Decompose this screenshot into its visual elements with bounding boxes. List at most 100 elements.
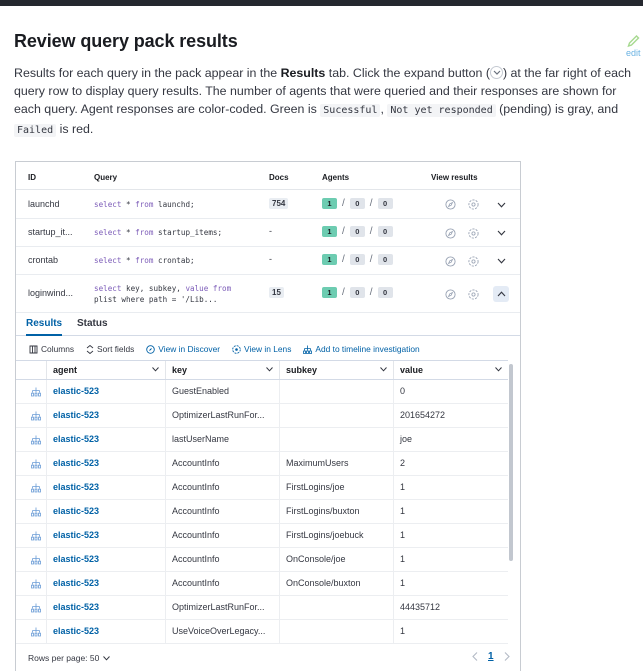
query-row[interactable]: loginwind... select key, subkey, value f…: [16, 275, 520, 313]
grid-col-agent[interactable]: agent: [46, 361, 165, 379]
table-row[interactable]: elastic-523 AccountInfo FirstLogins/joeb…: [16, 524, 508, 548]
table-row[interactable]: elastic-523 AccountInfo MaximumUsers 2: [16, 452, 508, 476]
table-row[interactable]: elastic-523 AccountInfo FirstLogins/buxt…: [16, 500, 508, 524]
cell-key: UseVoiceOverLegacy...: [165, 620, 279, 643]
grid-col-subkey[interactable]: subkey: [279, 361, 393, 379]
cell-agent[interactable]: elastic-523: [46, 524, 165, 547]
expand-row-icon[interactable]: [31, 531, 41, 541]
query-row[interactable]: crontab select * from crontab; - 1/ 0/ 0: [16, 247, 520, 275]
cell-value: 0: [393, 380, 508, 403]
chevron-down-icon: [266, 367, 273, 372]
page-number[interactable]: 1: [488, 651, 494, 662]
grid-col-value[interactable]: value: [393, 361, 508, 379]
lens-icon: [232, 344, 241, 354]
next-page-icon[interactable]: [504, 652, 510, 661]
cell-key: AccountInfo: [165, 452, 279, 475]
view-in-discover-icon[interactable]: [443, 287, 457, 301]
expand-row-icon[interactable]: [31, 555, 41, 565]
view-in-lens-icon[interactable]: [466, 198, 480, 212]
query-text: select key, subkey, value from plist wher…: [94, 284, 232, 304]
expand-row-icon[interactable]: [31, 387, 41, 397]
cell-agent[interactable]: elastic-523: [46, 620, 165, 643]
agents-pending-badge: 0: [349, 197, 365, 209]
cell-value: 1: [393, 524, 508, 547]
view-in-discover-icon[interactable]: [443, 254, 457, 268]
query-row[interactable]: launchd select * from launchd; 754 1/ 0/…: [16, 190, 520, 219]
edit-label: edit: [626, 48, 641, 58]
expand-row-icon[interactable]: [31, 603, 41, 613]
cell-agent[interactable]: elastic-523: [46, 548, 165, 571]
cell-agent[interactable]: elastic-523: [46, 380, 165, 403]
expand-row-icon[interactable]: [31, 579, 41, 589]
table-row[interactable]: elastic-523 lastUserName joe: [16, 428, 508, 452]
columns-icon: [29, 345, 38, 353]
cell-agent[interactable]: elastic-523: [46, 452, 165, 475]
expand-row-icon[interactable]: [31, 507, 41, 517]
columns-button[interactable]: Columns: [29, 344, 74, 354]
view-in-lens-button[interactable]: View in Lens: [232, 344, 291, 354]
expand-button[interactable]: [493, 225, 509, 241]
cell-subkey: OnConsole/buxton: [279, 572, 393, 595]
table-row[interactable]: elastic-523 AccountInfo OnConsole/joe 1: [16, 548, 508, 572]
grid-toolbar: Columns Sort fields View in Discover Vie…: [16, 338, 520, 360]
add-to-timeline-button[interactable]: Add to timeline investigation: [303, 344, 420, 354]
view-in-discover-button[interactable]: View in Discover: [146, 344, 220, 354]
table-row[interactable]: elastic-523 GuestEnabled 0: [16, 380, 508, 404]
expand-row-icon[interactable]: [31, 483, 41, 493]
results-word: Results: [280, 66, 326, 80]
expand-button[interactable]: [493, 253, 509, 269]
sort-icon: [86, 344, 94, 354]
agents-pending-badge: 0: [349, 226, 365, 237]
view-in-lens-icon[interactable]: [466, 254, 480, 268]
agents-successful-badge: 1: [322, 197, 337, 209]
query-row[interactable]: startup_it... select * from startup_item…: [16, 219, 520, 247]
view-in-lens-icon[interactable]: [466, 226, 480, 240]
view-in-lens-icon[interactable]: [466, 287, 480, 301]
timeline-icon: [303, 345, 313, 354]
view-in-discover-icon[interactable]: [443, 226, 457, 240]
expand-button[interactable]: [493, 197, 509, 213]
pencil-icon: [627, 35, 640, 48]
prev-page-icon[interactable]: [472, 652, 478, 661]
agents-successful-badge: 1: [322, 287, 337, 298]
table-row[interactable]: elastic-523 OptimizerLastRunFor... 20165…: [16, 404, 508, 428]
query-id: launchd: [28, 198, 60, 209]
edit-link[interactable]: edit: [626, 34, 643, 64]
cell-agent[interactable]: elastic-523: [46, 428, 165, 451]
table-row[interactable]: elastic-523 AccountInfo OnConsole/buxton…: [16, 572, 508, 596]
cell-value: 1: [393, 620, 508, 643]
cell-key: AccountInfo: [165, 548, 279, 571]
rows-per-page-select[interactable]: Rows per page: 50: [28, 653, 111, 663]
table-row[interactable]: elastic-523 OptimizerLastRunFor... 44435…: [16, 596, 508, 620]
tab-status[interactable]: Status: [77, 318, 108, 334]
grid-col-key[interactable]: key: [165, 361, 279, 379]
pagination-bar: Rows per page: 50 1: [16, 646, 520, 670]
cell-value: 1: [393, 476, 508, 499]
cell-key: OptimizerLastRunFor...: [165, 404, 279, 427]
cell-agent[interactable]: elastic-523: [46, 596, 165, 619]
agents-failed-badge: 0: [377, 254, 393, 265]
cell-subkey: OnConsole/joe: [279, 548, 393, 571]
cell-agent[interactable]: elastic-523: [46, 476, 165, 499]
cell-agent[interactable]: elastic-523: [46, 404, 165, 427]
cell-subkey: [279, 380, 393, 403]
expand-row-icon[interactable]: [31, 627, 41, 637]
cell-value: 201654272: [393, 404, 508, 427]
cell-key: AccountInfo: [165, 572, 279, 595]
table-row[interactable]: elastic-523 UseVoiceOverLegacy... 1: [16, 620, 508, 644]
table-row[interactable]: elastic-523 AccountInfo FirstLogins/joe …: [16, 476, 508, 500]
tab-results[interactable]: Results: [26, 318, 63, 336]
sort-fields-button[interactable]: Sort fields: [86, 344, 134, 354]
cell-subkey: MaximumUsers: [279, 452, 393, 475]
expand-row-icon[interactable]: [31, 435, 41, 445]
view-in-discover-icon[interactable]: [443, 198, 457, 212]
expand-row-icon[interactable]: [31, 411, 41, 421]
cell-agent[interactable]: elastic-523: [46, 572, 165, 595]
cell-subkey: [279, 620, 393, 643]
grid-scrollbar[interactable]: [509, 364, 513, 561]
chevron-up-icon: [497, 291, 505, 297]
cell-agent[interactable]: elastic-523: [46, 500, 165, 523]
discover-icon: [146, 344, 156, 354]
collapse-button[interactable]: [493, 286, 509, 302]
expand-row-icon[interactable]: [31, 459, 41, 469]
